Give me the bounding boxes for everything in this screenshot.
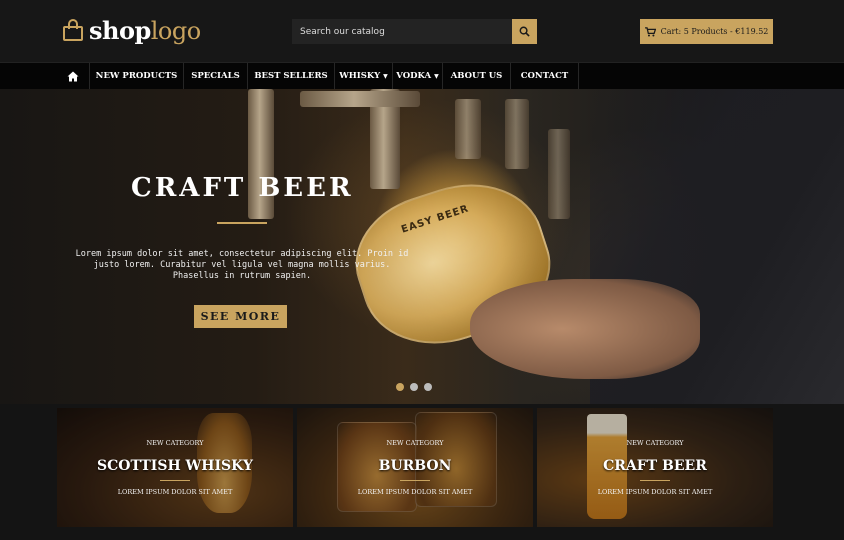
category-craft-beer[interactable]: NEW CATEGORY CRAFT BEER LOREM IPSUM DOLO… [537,408,773,527]
slider-dot-1[interactable] [396,383,404,391]
hero-title: CRAFT BEER [131,173,354,203]
hero-slider: EASY BEER CRAFT BEER Lorem ipsum dolor s… [0,89,844,404]
home-icon [67,71,79,81]
cart-button[interactable]: Cart: 5 Products - €119.52 [640,19,773,44]
nav-about-us[interactable]: ABOUT US [443,63,511,89]
chevron-down-icon: ▼ [434,72,439,80]
search-icon [519,26,530,37]
logo-text: shoplogo [89,15,201,45]
category-burbon[interactable]: NEW CATEGORY BURBON LOREM IPSUM DOLOR SI… [297,408,533,527]
nav-best-sellers[interactable]: BEST SELLERS [248,63,335,89]
site-header: shoplogo Cart: 5 Products - €119.52 [0,0,844,62]
nav-new-products[interactable]: NEW PRODUCTS [90,63,184,89]
category-scottish-whisky[interactable]: NEW CATEGORY SCOTTISH WHISKY LOREM IPSUM… [57,408,293,527]
hero-description: Lorem ipsum dolor sit amet, consectetur … [75,249,409,281]
cart-label: Cart: 5 Products - €119.52 [660,27,769,36]
site-logo[interactable]: shoplogo [63,14,201,46]
shopping-bag-icon [63,19,83,41]
hero-divider [217,222,267,224]
nav-home[interactable] [57,63,90,89]
cart-icon [644,26,656,37]
search-input[interactable] [292,19,512,44]
nav-specials[interactable]: SPECIALS [184,63,248,89]
search-button[interactable] [512,19,537,44]
slider-dot-3[interactable] [424,383,432,391]
slider-dots [396,383,432,391]
chevron-down-icon: ▼ [383,72,388,80]
category-banners: NEW CATEGORY SCOTTISH WHISKY LOREM IPSUM… [57,408,773,527]
slider-dot-2[interactable] [410,383,418,391]
search-bar [292,19,537,44]
nav-vodka[interactable]: VODKA ▼ [393,63,443,89]
nav-contact[interactable]: CONTACT [511,63,579,89]
nav-whisky[interactable]: WHISKY ▼ [335,63,393,89]
main-nav: NEW PRODUCTS SPECIALS BEST SELLERS WHISK… [0,62,844,89]
see-more-button[interactable]: SEE MORE [194,305,287,328]
